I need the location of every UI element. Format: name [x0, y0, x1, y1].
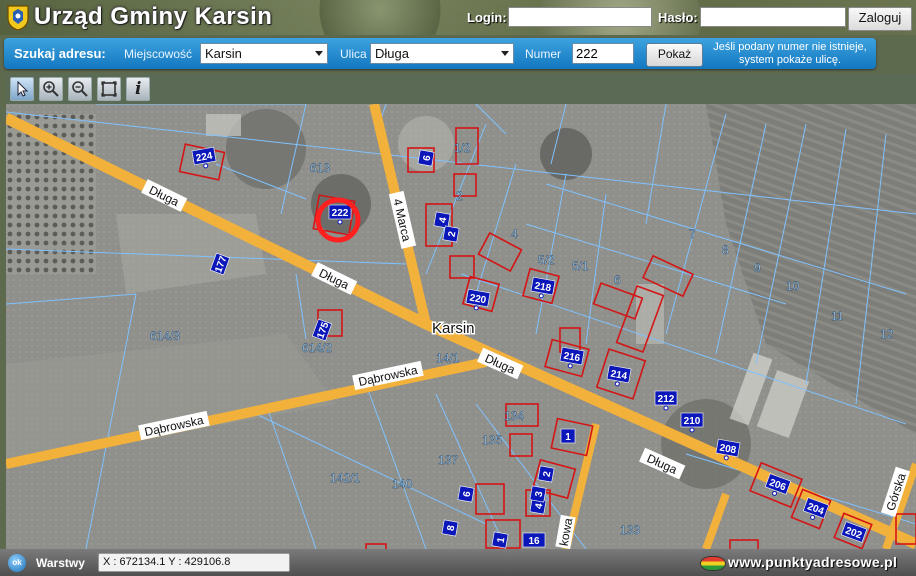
parcel-label: 12 — [880, 327, 894, 341]
parcel-label: 614/2 — [302, 341, 332, 355]
parcel-label: 142/1 — [330, 471, 360, 485]
address-marker[interactable]: 8 — [441, 519, 459, 537]
street-select[interactable]: Długa — [370, 43, 514, 64]
password-input[interactable] — [700, 7, 846, 27]
locality-select[interactable]: Karsin — [200, 43, 328, 64]
chevron-down-icon — [315, 51, 323, 56]
login-label: Login: — [467, 10, 507, 25]
parcel-label: 5/1 — [572, 259, 589, 273]
map-canvas[interactable]: 613 1/2 2 4 5/2 5/1 6 7 8 9 10 11 12 614… — [6, 104, 916, 549]
parcel-label: 137 — [438, 453, 458, 467]
parcel-label: 8 — [722, 243, 729, 257]
parcel-label: 14/1 — [436, 351, 460, 365]
parcel-label: 4 — [511, 227, 518, 241]
street-label: Ulica — [340, 47, 367, 61]
parcel-label: 140 — [392, 477, 412, 491]
parcel-label: 133 — [620, 523, 640, 537]
address-marker[interactable]: 2 — [537, 465, 555, 483]
zoom-in-icon — [43, 81, 59, 97]
zoom-in-button[interactable] — [39, 77, 63, 101]
brand-logo-icon — [700, 556, 726, 571]
info-icon: i — [135, 79, 142, 99]
address-marker[interactable]: 1 — [491, 531, 509, 549]
address-marker[interactable]: 1 — [560, 428, 576, 444]
parcel-label: 135 — [482, 433, 502, 447]
chevron-down-icon — [501, 51, 509, 56]
parcel-label: 613 — [310, 161, 330, 175]
zoom-out-icon — [72, 81, 88, 97]
svg-text:212: 212 — [658, 394, 675, 405]
show-button[interactable]: Pokaż — [646, 43, 703, 67]
parcel-label: 1/2 — [454, 141, 471, 155]
address-marker[interactable]: 3 — [529, 485, 547, 503]
locality-label: Miejscowość — [124, 47, 193, 61]
parcel-label: 5/2 — [538, 253, 555, 267]
address-marker[interactable]: 16 — [522, 532, 546, 548]
full-extent-button[interactable] — [97, 77, 121, 101]
svg-text:1: 1 — [565, 432, 571, 443]
search-hint: Jeśli podany numer nie istnieje, system … — [713, 41, 867, 66]
address-marker[interactable]: 6 — [457, 485, 475, 503]
number-label: Numer — [525, 47, 562, 61]
parcel-label: 614/3 — [150, 329, 180, 343]
parcel-label: 134 — [504, 409, 524, 423]
svg-text:16: 16 — [528, 536, 540, 547]
status-bar: ok Warstwy X : 672134.1 Y : 429106.8 www… — [0, 549, 916, 576]
address-search-bar: Szukaj adresu: Miejscowość Karsin Ulica … — [4, 38, 876, 69]
search-title: Szukaj adresu: — [14, 46, 106, 61]
parcel-label: 2 — [456, 189, 463, 203]
svg-text:222: 222 — [332, 208, 349, 219]
parcel-label: 9 — [754, 261, 761, 275]
address-marker[interactable]: 4 — [433, 211, 451, 229]
coordinates-readout: X : 672134.1 Y : 429106.8 — [98, 553, 290, 572]
number-input[interactable]: 222 — [572, 43, 634, 64]
zoom-out-button[interactable] — [68, 77, 92, 101]
layers-icon[interactable]: ok — [8, 554, 26, 572]
map-svg[interactable]: 613 1/2 2 4 5/2 5/1 6 7 8 9 10 11 12 614… — [6, 104, 916, 549]
brand-link[interactable]: www.punktyadresowe.pl — [728, 554, 897, 570]
map-toolbar: i — [6, 74, 916, 104]
svg-text:210: 210 — [684, 416, 701, 427]
coat-of-arms-logo — [7, 5, 29, 31]
parcel-label: 10 — [786, 279, 800, 293]
login-input[interactable] — [508, 7, 652, 27]
parcel-label: 11 — [831, 309, 844, 323]
locality-value: Karsin — [205, 46, 242, 61]
app-title: Urząd Gminy Karsin — [34, 3, 273, 30]
info-button[interactable]: i — [126, 77, 150, 101]
full-extent-icon — [101, 81, 117, 97]
street-value: Długa — [375, 46, 409, 61]
town-label: Karsin — [432, 320, 475, 337]
address-marker[interactable]: 6 — [417, 149, 435, 167]
login-button[interactable]: Zaloguj — [848, 7, 912, 31]
layers-button[interactable]: Warstwy — [36, 556, 85, 570]
parcel-label: 6 — [614, 273, 621, 287]
parcel-label: 7 — [689, 227, 696, 241]
select-tool-button[interactable] — [10, 77, 34, 101]
password-label: Hasło: — [658, 10, 698, 25]
select-arrow-icon — [17, 80, 29, 97]
header-bar: Urząd Gminy Karsin Login: Hasło: Zaloguj — [0, 0, 916, 35]
address-marker[interactable]: 2 — [442, 225, 460, 243]
